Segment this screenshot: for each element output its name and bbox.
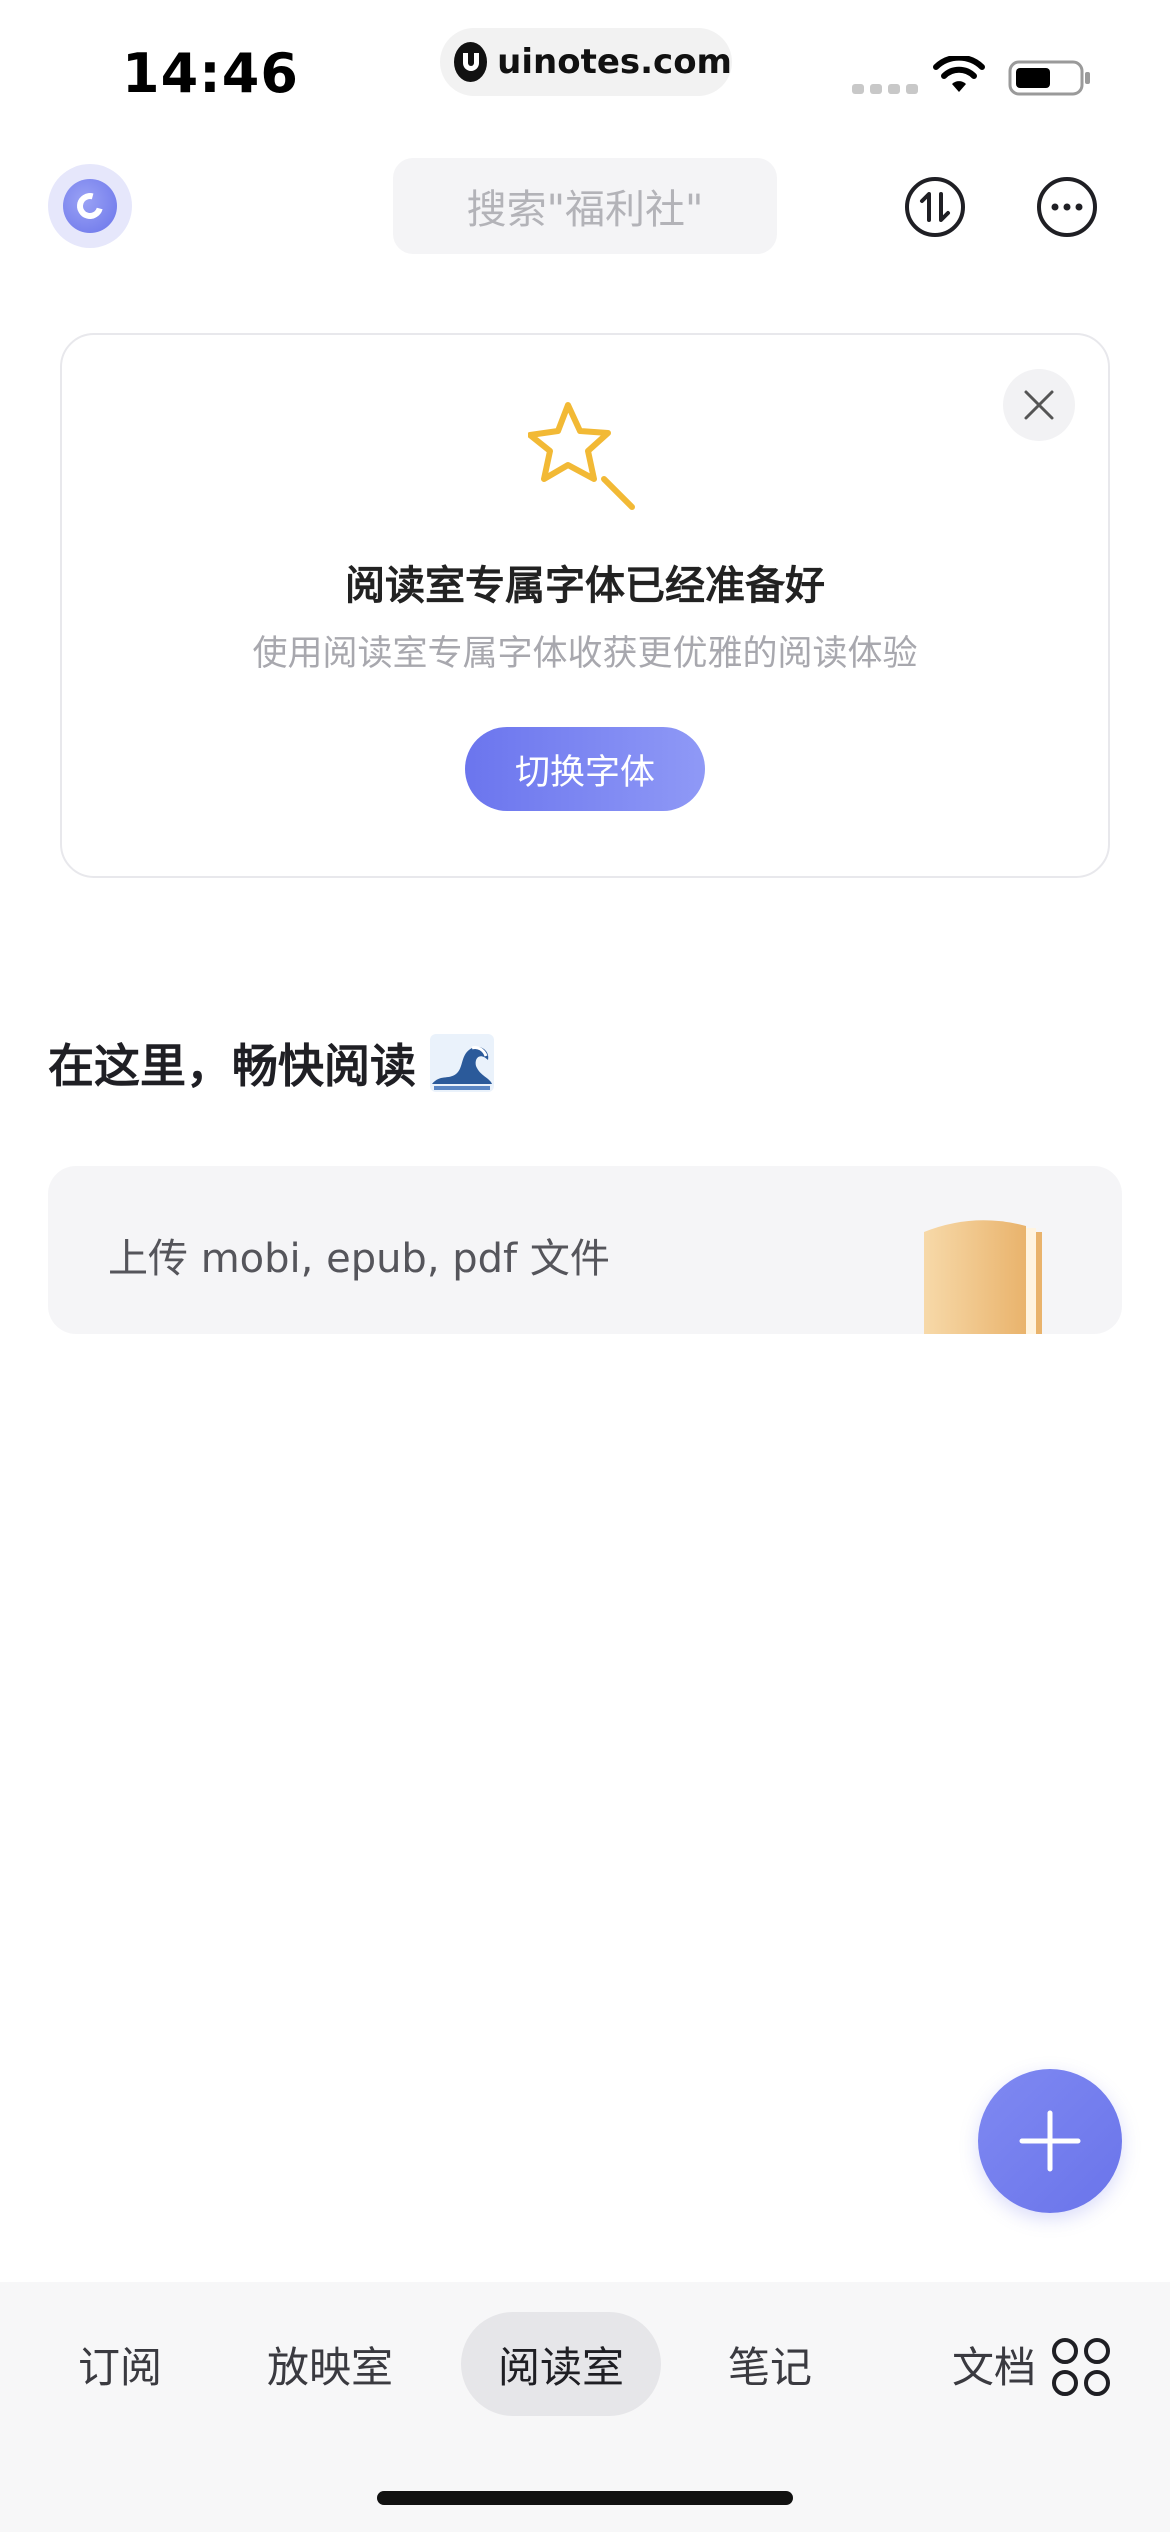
card-subtitle: 使用阅读室专属字体收获更优雅的阅读体验 xyxy=(252,634,918,674)
upload-card[interactable]: 上传 mobi, epub, pdf 文件 xyxy=(48,1166,1122,1334)
more-icon[interactable] xyxy=(1036,176,1098,238)
battery-icon xyxy=(1008,60,1090,96)
switch-font-button[interactable]: 切换字体 xyxy=(465,727,705,811)
site-logo-icon xyxy=(454,42,488,82)
tab-reading-room[interactable]: 阅读室 xyxy=(461,2312,661,2416)
close-icon[interactable] xyxy=(1003,369,1075,441)
tab-notes[interactable]: 笔记 xyxy=(690,2312,850,2416)
font-promo-card: 阅读室专属字体已经准备好 使用阅读室专属字体收获更优雅的阅读体验 切换字体 xyxy=(60,333,1110,878)
tab-documents[interactable]: 文档 xyxy=(876,2312,1036,2416)
grid-icon[interactable] xyxy=(1050,2336,1112,2398)
status-time: 14:46 xyxy=(122,42,299,105)
sort-icon[interactable] xyxy=(904,176,966,238)
nav-tabs: 订阅 放映室 阅读室 笔记 文档 xyxy=(0,2312,1040,2416)
magic-wand-star-icon xyxy=(528,402,635,510)
status-bar: 14:46 uinotes.com xyxy=(0,0,1170,140)
wave-icon xyxy=(430,1034,494,1092)
section-title: 在这里，畅快阅读 xyxy=(48,1030,494,1096)
url-text: uinotes.com xyxy=(497,42,732,82)
tab-theater[interactable]: 放映室 xyxy=(230,2312,430,2416)
home-indicator[interactable] xyxy=(377,2491,793,2505)
section-title-text: 在这里，畅快阅读 xyxy=(48,1039,416,1093)
upload-label: 上传 mobi, epub, pdf 文件 xyxy=(108,1236,610,1282)
cellular-dots-icon xyxy=(852,84,918,94)
search-input[interactable]: 搜索"福利社" xyxy=(393,158,777,254)
card-title: 阅读室专属字体已经准备好 xyxy=(345,563,825,609)
add-button[interactable] xyxy=(978,2069,1122,2213)
app-logo-icon[interactable] xyxy=(48,164,132,248)
wifi-icon xyxy=(933,56,985,92)
plus-icon xyxy=(1019,2110,1081,2172)
url-pill[interactable]: uinotes.com xyxy=(440,28,732,96)
tab-subscribe[interactable]: 订阅 xyxy=(40,2312,200,2416)
book-icon xyxy=(924,1220,1042,1334)
